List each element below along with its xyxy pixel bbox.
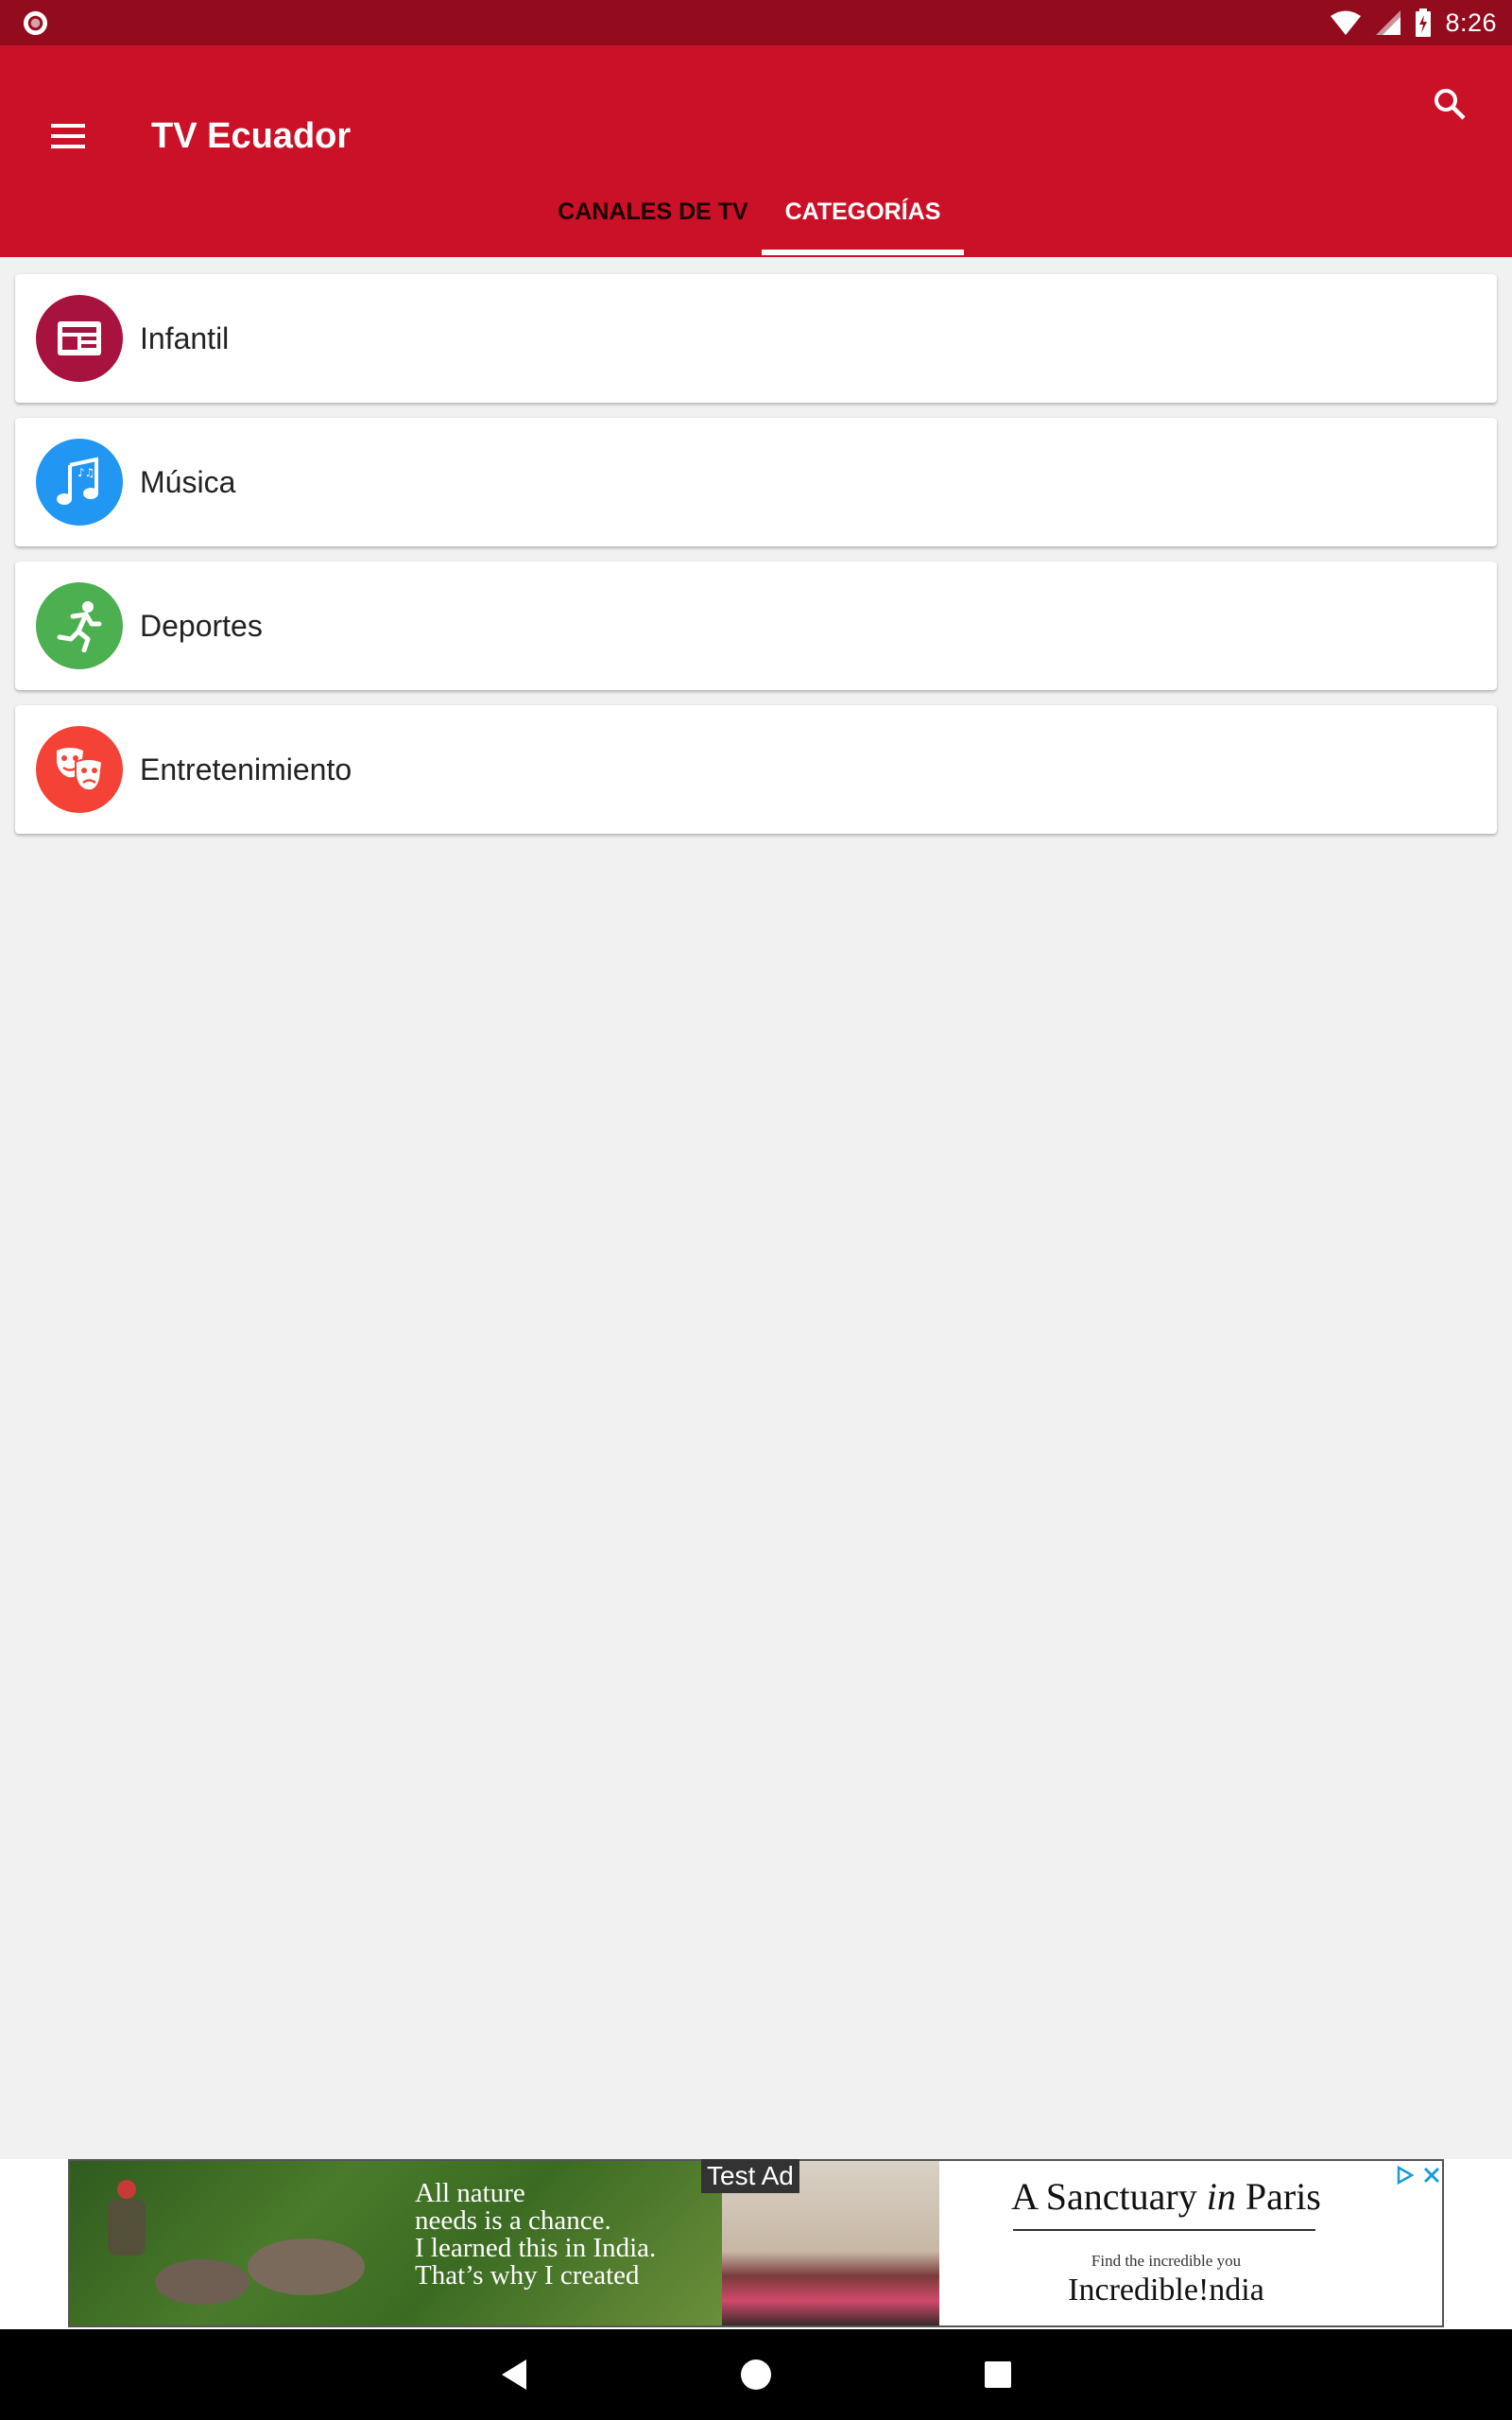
ad-brand: Incredible!ndia: [1068, 2273, 1264, 2308]
search-button[interactable]: [1419, 74, 1480, 134]
category-avatar: [36, 295, 123, 382]
ad-divider: [1013, 2229, 1315, 2231]
category-avatar: [36, 726, 123, 813]
back-triangle-icon: [502, 2360, 526, 2390]
recents-square-icon: [985, 2361, 1011, 2388]
wifi-icon: [1331, 10, 1362, 35]
tab-indicator: [762, 250, 964, 255]
running-person-icon: [57, 601, 102, 652]
menu-button[interactable]: [38, 106, 98, 166]
category-label: Deportes: [140, 608, 263, 643]
status-time: 8:26: [1445, 8, 1497, 37]
ad-headline-part2: Paris: [1235, 2175, 1321, 2218]
cell-signal-icon: [1376, 10, 1401, 35]
category-label: Música: [140, 464, 236, 499]
app-bar: TV Ecuador: [0, 45, 1512, 257]
music-note-icon: ♪♫: [57, 457, 98, 505]
category-label: Infantil: [140, 320, 230, 355]
category-item-deportes[interactable]: Deportes: [15, 562, 1497, 690]
svg-text:♪♫: ♪♫: [77, 466, 94, 479]
category-label: Entretenimiento: [140, 752, 352, 786]
ad-body-text: All nature needs is a chance. I learned …: [415, 2178, 657, 2290]
ad-headline: A Sanctuary in Paris: [939, 2174, 1393, 2219]
notification-record-icon: [23, 10, 48, 36]
tab-categorias[interactable]: CATEGORÍAS: [762, 166, 964, 257]
category-avatar: [36, 582, 123, 669]
back-button[interactable]: [484, 2344, 544, 2405]
category-item-entretenimiento[interactable]: Entretenimiento: [15, 705, 1497, 834]
category-item-infantil[interactable]: Infantil: [15, 274, 1497, 403]
battery-charging-icon: [1416, 9, 1432, 37]
search-icon: [1435, 89, 1466, 120]
ad-headline-part1: A Sanctuary: [1011, 2175, 1207, 2218]
theater-masks-icon: [57, 748, 104, 792]
status-icons: 8:26: [1330, 0, 1497, 45]
ad-choices[interactable]: [1382, 2163, 1442, 2187]
hamburger-menu-icon: [51, 124, 85, 148]
navigation-bar: [0, 2329, 1512, 2420]
ad-subtext: Find the incredible you: [1091, 2252, 1242, 2270]
home-button[interactable]: [726, 2344, 786, 2405]
test-ad-label: Test Ad: [701, 2159, 799, 2193]
ad-headline-in: in: [1206, 2175, 1236, 2218]
home-circle-icon: [741, 2360, 771, 2390]
app-title: TV Ecuador: [151, 116, 352, 156]
status-bar: 8:26: [0, 0, 1512, 45]
ad-copy: A Sanctuary in Paris Find the incredible…: [939, 2161, 1442, 2325]
tab-canales-de-tv[interactable]: CANALES DE TV: [552, 166, 754, 257]
ad-choices-icon[interactable]: [1395, 2165, 1416, 2186]
close-icon[interactable]: [1421, 2165, 1442, 2186]
rhino-illustration: [108, 2180, 365, 2305]
category-item-musica[interactable]: ♪♫ Música: [15, 418, 1497, 546]
recents-button[interactable]: [968, 2344, 1028, 2405]
category-avatar: ♪♫: [36, 439, 123, 526]
newspaper-icon: [58, 321, 101, 355]
